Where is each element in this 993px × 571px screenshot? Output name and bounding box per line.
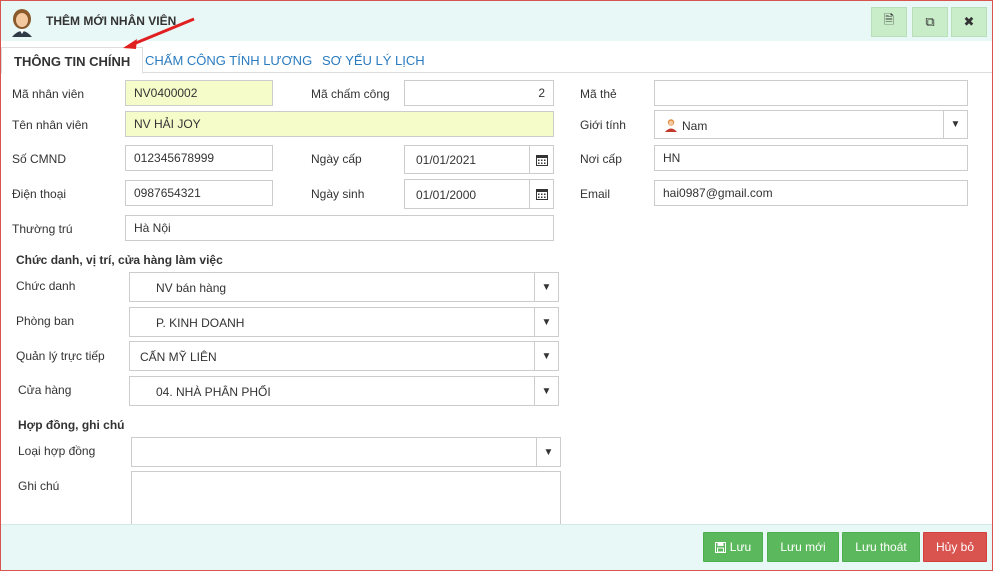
save-exit-button[interactable]: Lưu thoát xyxy=(842,532,920,562)
issue-date-input[interactable]: 01/01/2021 xyxy=(404,145,554,174)
department-value: P. KINH DOANH xyxy=(156,316,245,330)
store-value: 04. NHÀ PHÂN PHỐI xyxy=(156,385,271,399)
store-label: Cửa hàng xyxy=(18,383,72,397)
issue-date-value: 01/01/2021 xyxy=(416,153,477,167)
copy-icon[interactable]: ⧉ xyxy=(912,7,948,37)
save-new-button[interactable]: Lưu mới xyxy=(767,532,839,562)
chevron-down-icon[interactable]: ▼ xyxy=(534,308,558,336)
close-icon[interactable]: ✖ xyxy=(951,7,987,37)
birth-date-label: Ngày sinh xyxy=(311,187,365,201)
manager-value: CẤN MỸ LIÊN xyxy=(140,350,217,364)
chevron-down-icon[interactable]: ▼ xyxy=(534,342,558,370)
id-number-label: Số CMND xyxy=(12,152,67,166)
employee-name-label: Tên nhân viên xyxy=(12,118,89,132)
job-title-value: NV bán hàng xyxy=(156,281,227,295)
notes-textarea[interactable] xyxy=(131,471,561,526)
timekeeping-code-label: Mã chấm công xyxy=(311,87,390,101)
chevron-down-icon[interactable]: ▼ xyxy=(534,377,558,405)
gender-select[interactable]: Nam ▼ xyxy=(654,110,968,139)
job-title-label: Chức danh xyxy=(16,279,76,293)
store-select[interactable]: 04. NHÀ PHÂN PHỐI ▼ xyxy=(129,376,559,406)
save-button-label: Lưu xyxy=(729,540,752,554)
manager-label: Quản lý trực tiếp xyxy=(16,349,105,363)
gender-value: Nam xyxy=(682,119,708,133)
tab-resume[interactable]: SƠ YẾU LÝ LỊCH xyxy=(310,47,437,73)
employee-code-label: Mã nhân viên xyxy=(12,87,85,101)
chevron-down-icon[interactable]: ▼ xyxy=(534,273,558,301)
document-icon-glyph: 🗎 xyxy=(883,12,895,27)
close-icon-glyph: ✖ xyxy=(963,14,975,29)
card-code-label: Mã thẻ xyxy=(580,87,617,101)
floppy-disk-icon xyxy=(714,541,726,553)
timekeeping-code-input[interactable]: 2 xyxy=(404,80,554,106)
employee-code-input[interactable]: NV0400002 xyxy=(125,80,273,106)
employee-name-input[interactable]: NV HẢI JOY xyxy=(125,111,554,137)
user-avatar-icon xyxy=(12,9,32,37)
contract-section-heading: Hợp đồng, ghi chú xyxy=(18,418,125,432)
chevron-down-icon[interactable]: ▼ xyxy=(536,438,560,466)
male-user-icon xyxy=(665,119,677,132)
contract-type-label: Loại hợp đồng xyxy=(18,444,96,458)
position-section-heading: Chức danh, vị trí, cửa hàng làm việc xyxy=(16,253,223,267)
birth-date-value: 01/01/2000 xyxy=(416,188,477,202)
card-code-input[interactable] xyxy=(654,80,968,106)
job-title-select[interactable]: NV bán hàng ▼ xyxy=(129,272,559,302)
dialog-footer: Lưu Lưu mới Lưu thoát Hủy bỏ xyxy=(1,524,992,570)
save-button[interactable]: Lưu xyxy=(703,532,763,562)
residence-label: Thường trú xyxy=(12,222,73,236)
chevron-down-icon[interactable]: ▼ xyxy=(943,111,967,138)
phone-label: Điện thoại xyxy=(12,187,67,201)
department-label: Phòng ban xyxy=(16,314,75,328)
email-field[interactable]: hai0987@gmail.com xyxy=(654,180,968,206)
birth-date-input[interactable]: 01/01/2000 xyxy=(404,179,554,209)
issue-place-label: Nơi cấp xyxy=(580,152,622,166)
issue-place-input[interactable]: HN xyxy=(654,145,968,171)
contract-type-select[interactable]: ▼ xyxy=(131,437,561,467)
residence-input[interactable]: Hà Nội xyxy=(125,215,554,241)
annotation-arrow-icon xyxy=(123,17,195,49)
gender-label: Giới tính xyxy=(580,118,626,132)
phone-input[interactable]: 0987654321 xyxy=(125,180,273,206)
notes-label: Ghi chú xyxy=(18,479,60,493)
add-employee-dialog: THÊM MỚI NHÂN VIÊN 🗎 ⧉ ✖ THÔNG TIN CHÍNH… xyxy=(0,0,993,571)
calendar-icon[interactable] xyxy=(529,146,553,173)
copy-icon-glyph: ⧉ xyxy=(925,14,935,29)
email-label: Email xyxy=(580,187,611,201)
cancel-button[interactable]: Hủy bỏ xyxy=(923,532,987,562)
calendar-icon[interactable] xyxy=(529,180,553,208)
document-icon[interactable]: 🗎 xyxy=(871,7,907,37)
id-number-input[interactable]: 012345678999 xyxy=(125,145,273,171)
department-select[interactable]: P. KINH DOANH ▼ xyxy=(129,307,559,337)
issue-date-label: Ngày cấp xyxy=(311,152,362,166)
manager-select[interactable]: CẤN MỸ LIÊN ▼ xyxy=(129,341,559,371)
